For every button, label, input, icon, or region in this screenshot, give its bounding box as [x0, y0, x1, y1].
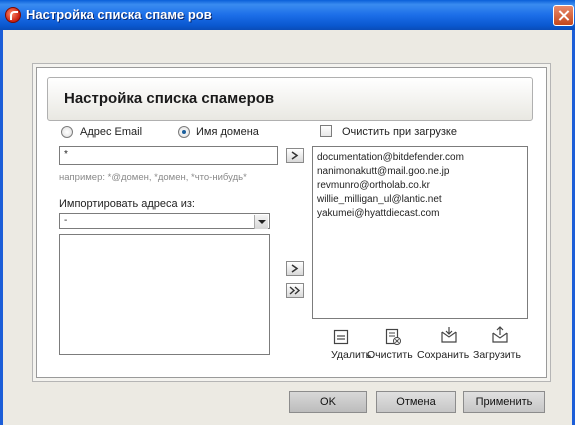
list-item[interactable]: nanimonakutt@mail.goo.ne.jp [317, 166, 449, 177]
load-icon[interactable] [491, 326, 509, 344]
spammer-entry-input[interactable]: * [59, 146, 278, 165]
list-item[interactable]: revmunro@ortholab.co.kr [317, 180, 430, 191]
load-button[interactable]: Загрузить [473, 349, 521, 361]
radio-email[interactable] [61, 126, 73, 138]
chevron-down-icon[interactable] [254, 215, 268, 229]
clear-button[interactable]: Очистить [367, 349, 413, 361]
radio-domain-label: Имя домена [196, 126, 259, 138]
list-item[interactable]: yakumei@hyattdiecast.com [317, 208, 439, 219]
save-icon[interactable] [440, 326, 458, 344]
list-item[interactable]: documentation@bitdefender.com [317, 152, 464, 163]
window-title: Настройка списка спаме ров [26, 7, 212, 22]
entry-hint: например: *@домен, *домен, *что-нибудь* [59, 172, 247, 183]
window-titlebar: Настройка списка спаме ров [0, 0, 575, 30]
arrow-right-icon [291, 264, 299, 273]
move-selected-button[interactable] [286, 261, 304, 276]
delete-button[interactable]: Удалить [331, 349, 371, 361]
move-all-button[interactable] [286, 283, 304, 298]
panel-header: Настройка списка спамеров [47, 77, 533, 121]
add-entry-button[interactable] [286, 148, 304, 163]
import-list[interactable] [59, 234, 270, 355]
apply-button[interactable]: Применить [463, 391, 545, 413]
save-button[interactable]: Сохранить [417, 349, 469, 361]
radio-domain[interactable] [178, 126, 190, 138]
cancel-button[interactable]: Отмена [376, 391, 456, 413]
close-button[interactable] [553, 5, 574, 26]
spammer-list[interactable]: documentation@bitdefender.com nanimonaku… [312, 146, 528, 319]
clear-on-load-label: Очистить при загрузке [342, 126, 457, 138]
window-border-left [0, 30, 3, 425]
panel-title: Настройка списка спамеров [64, 90, 275, 107]
clear-icon[interactable] [384, 328, 402, 346]
arrow-right-icon [291, 151, 299, 160]
ok-button[interactable]: OK [289, 391, 367, 413]
delete-icon[interactable] [332, 328, 350, 346]
import-label: Импортировать адреса из: [59, 198, 195, 210]
import-source-select[interactable]: - [59, 213, 270, 229]
clear-on-load-checkbox[interactable] [320, 125, 332, 137]
list-item[interactable]: willie_milligan_ul@lantic.net [317, 194, 442, 205]
radio-email-label: Адрес Email [80, 126, 143, 138]
import-source-value: - [64, 215, 68, 226]
double-arrow-right-icon [289, 286, 301, 295]
app-logo-icon [5, 7, 21, 23]
